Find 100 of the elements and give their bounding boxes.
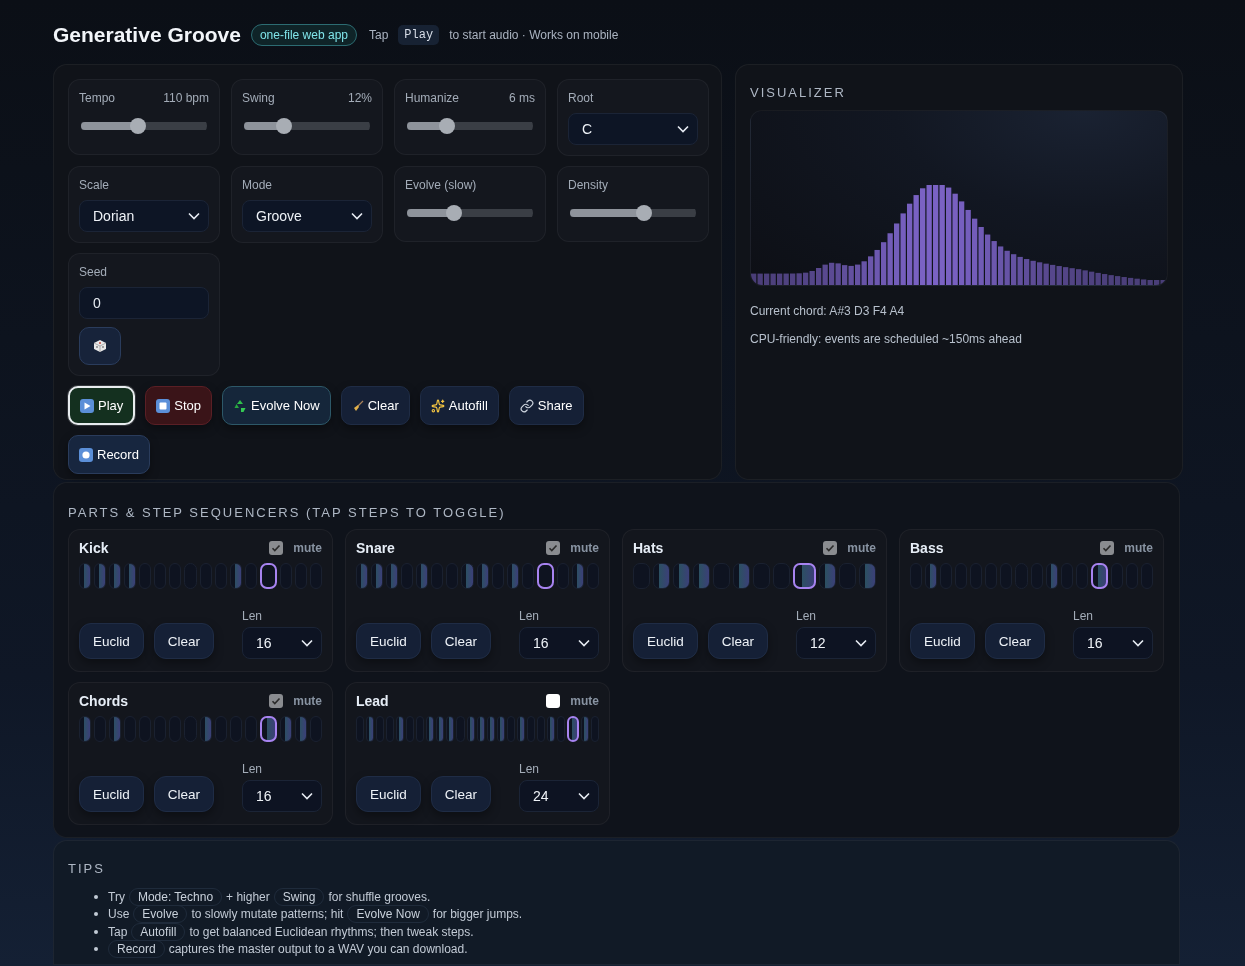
tip-text: to slowly mutate patterns; hit xyxy=(191,907,344,922)
control-reading: 12% xyxy=(347,91,372,105)
slider-thumb[interactable] xyxy=(445,205,462,221)
chevron-down-icon xyxy=(677,125,689,133)
len-label: Len xyxy=(519,609,541,623)
tip-text: to get balanced Euclidean rhythms; then tweak steps. xyxy=(189,924,474,939)
control-reading: 6 ms xyxy=(509,91,535,105)
checkmark-icon xyxy=(271,696,282,706)
checkmark-icon xyxy=(271,543,282,553)
chevron-down-icon xyxy=(855,639,867,647)
len-label: Len xyxy=(242,762,264,776)
length-dropdown[interactable]: 12 xyxy=(796,627,876,659)
tip-text: for shuffle grooves. xyxy=(328,889,431,904)
mute-checkbox[interactable] xyxy=(546,541,561,555)
step[interactable] xyxy=(1090,563,1108,589)
euclid-button[interactable]: Euclid xyxy=(356,776,421,812)
slider-thumb[interactable] xyxy=(129,118,146,134)
control-label: Scale xyxy=(79,178,111,192)
clear-button[interactable]: Clear xyxy=(340,386,410,425)
len-label: Len xyxy=(519,762,541,776)
clear-button[interactable]: Clear xyxy=(153,776,215,812)
control-label: Density xyxy=(568,178,608,192)
bullet-icon xyxy=(94,947,98,952)
mute-label: mute xyxy=(570,694,599,708)
mute-checkbox[interactable] xyxy=(269,541,284,555)
slider-thumb[interactable] xyxy=(276,118,293,134)
euclid-button[interactable]: Euclid xyxy=(79,776,144,812)
share-button[interactable]: Share xyxy=(508,386,584,425)
play-button[interactable]: Play xyxy=(68,386,136,425)
dice-button[interactable] xyxy=(79,327,121,365)
record-button[interactable]: Record xyxy=(68,435,150,474)
mute-checkbox[interactable] xyxy=(269,694,284,708)
euclid-button[interactable]: Euclid xyxy=(79,623,144,659)
seed-field[interactable]: 0 xyxy=(79,287,209,319)
bullet-icon xyxy=(94,894,98,899)
section-title: PARTS & STEP SEQUENCERS (TAP STEPS TO TOGGLE) xyxy=(68,505,507,520)
clear-button[interactable]: Clear xyxy=(430,776,492,812)
control-reading: 110 bpm xyxy=(163,91,209,105)
tip-text: Tap xyxy=(108,924,128,939)
tip-text: for bigger jumps. xyxy=(432,907,523,922)
part-name: Bass xyxy=(910,540,944,556)
chevron-down-icon xyxy=(1132,639,1144,647)
clear-button[interactable]: Clear xyxy=(707,623,769,659)
control-label: Mode xyxy=(242,178,274,192)
slider-thumb[interactable] xyxy=(439,118,456,134)
info-text: CPU-friendly: events are scheduled ~150ms ahead xyxy=(750,332,1023,346)
part-name: Snare xyxy=(356,540,395,556)
bullet-icon xyxy=(94,929,98,934)
step[interactable] xyxy=(536,563,554,589)
euclid-button[interactable]: Euclid xyxy=(356,623,421,659)
step[interactable] xyxy=(259,716,277,742)
part-name: Kick xyxy=(79,540,109,556)
dropdown[interactable]: Groove xyxy=(242,200,372,232)
slider-thumb[interactable] xyxy=(636,205,653,221)
length-dropdown[interactable]: 24 xyxy=(519,780,599,812)
app-title: Generative Groove xyxy=(53,23,241,47)
checkmark-icon xyxy=(1102,543,1113,553)
clear-button[interactable]: Clear xyxy=(984,623,1046,659)
chord-text: Current chord: A#3 D3 F4 A4 xyxy=(750,304,906,318)
sparkles-icon xyxy=(430,398,445,413)
length-dropdown[interactable]: 16 xyxy=(519,627,599,659)
clear-button[interactable]: Clear xyxy=(430,623,492,659)
mute-checkbox[interactable] xyxy=(823,541,838,555)
key-hint: Play xyxy=(398,25,440,45)
length-dropdown[interactable]: 16 xyxy=(242,780,322,812)
tip-text: Try xyxy=(108,889,125,904)
step[interactable] xyxy=(792,563,817,589)
mute-checkbox[interactable] xyxy=(546,694,561,708)
chevron-down-icon xyxy=(578,639,590,647)
mute-label: mute xyxy=(570,541,599,555)
control-label: Root xyxy=(568,91,595,105)
euclid-button[interactable]: Euclid xyxy=(633,623,698,659)
len-label: Len xyxy=(1073,609,1095,623)
part-name: Chords xyxy=(79,693,128,709)
control-label: Tempo xyxy=(79,91,116,105)
section-title: TIPS xyxy=(68,861,106,876)
evolve-button[interactable]: Evolve Now xyxy=(222,386,331,425)
autofill-button[interactable]: Autofill xyxy=(419,386,499,425)
tip-text: captures the master output to a WAV you can download. xyxy=(168,942,468,957)
control-label: Humanize xyxy=(405,91,460,105)
mute-label: mute xyxy=(293,541,322,555)
clear-button[interactable]: Clear xyxy=(153,623,215,659)
dropdown[interactable]: C xyxy=(568,113,698,145)
length-dropdown[interactable]: 16 xyxy=(242,627,322,659)
step[interactable] xyxy=(259,563,277,589)
stop-button[interactable]: Stop xyxy=(145,386,213,425)
chevron-down-icon xyxy=(351,212,363,220)
checkmark-icon xyxy=(825,543,836,553)
play-icon xyxy=(80,398,94,413)
euclid-button[interactable]: Euclid xyxy=(910,623,975,659)
step[interactable] xyxy=(567,716,579,742)
length-dropdown[interactable]: 16 xyxy=(1073,627,1153,659)
section-title: VISUALIZER xyxy=(750,85,847,100)
mute-label: mute xyxy=(1124,541,1153,555)
dropdown[interactable]: Dorian xyxy=(79,200,209,232)
checkmark-icon xyxy=(548,543,559,553)
dice-icon xyxy=(93,339,107,353)
stop-icon xyxy=(156,398,171,413)
mute-label: mute xyxy=(293,694,322,708)
mute-checkbox[interactable] xyxy=(1100,541,1115,555)
